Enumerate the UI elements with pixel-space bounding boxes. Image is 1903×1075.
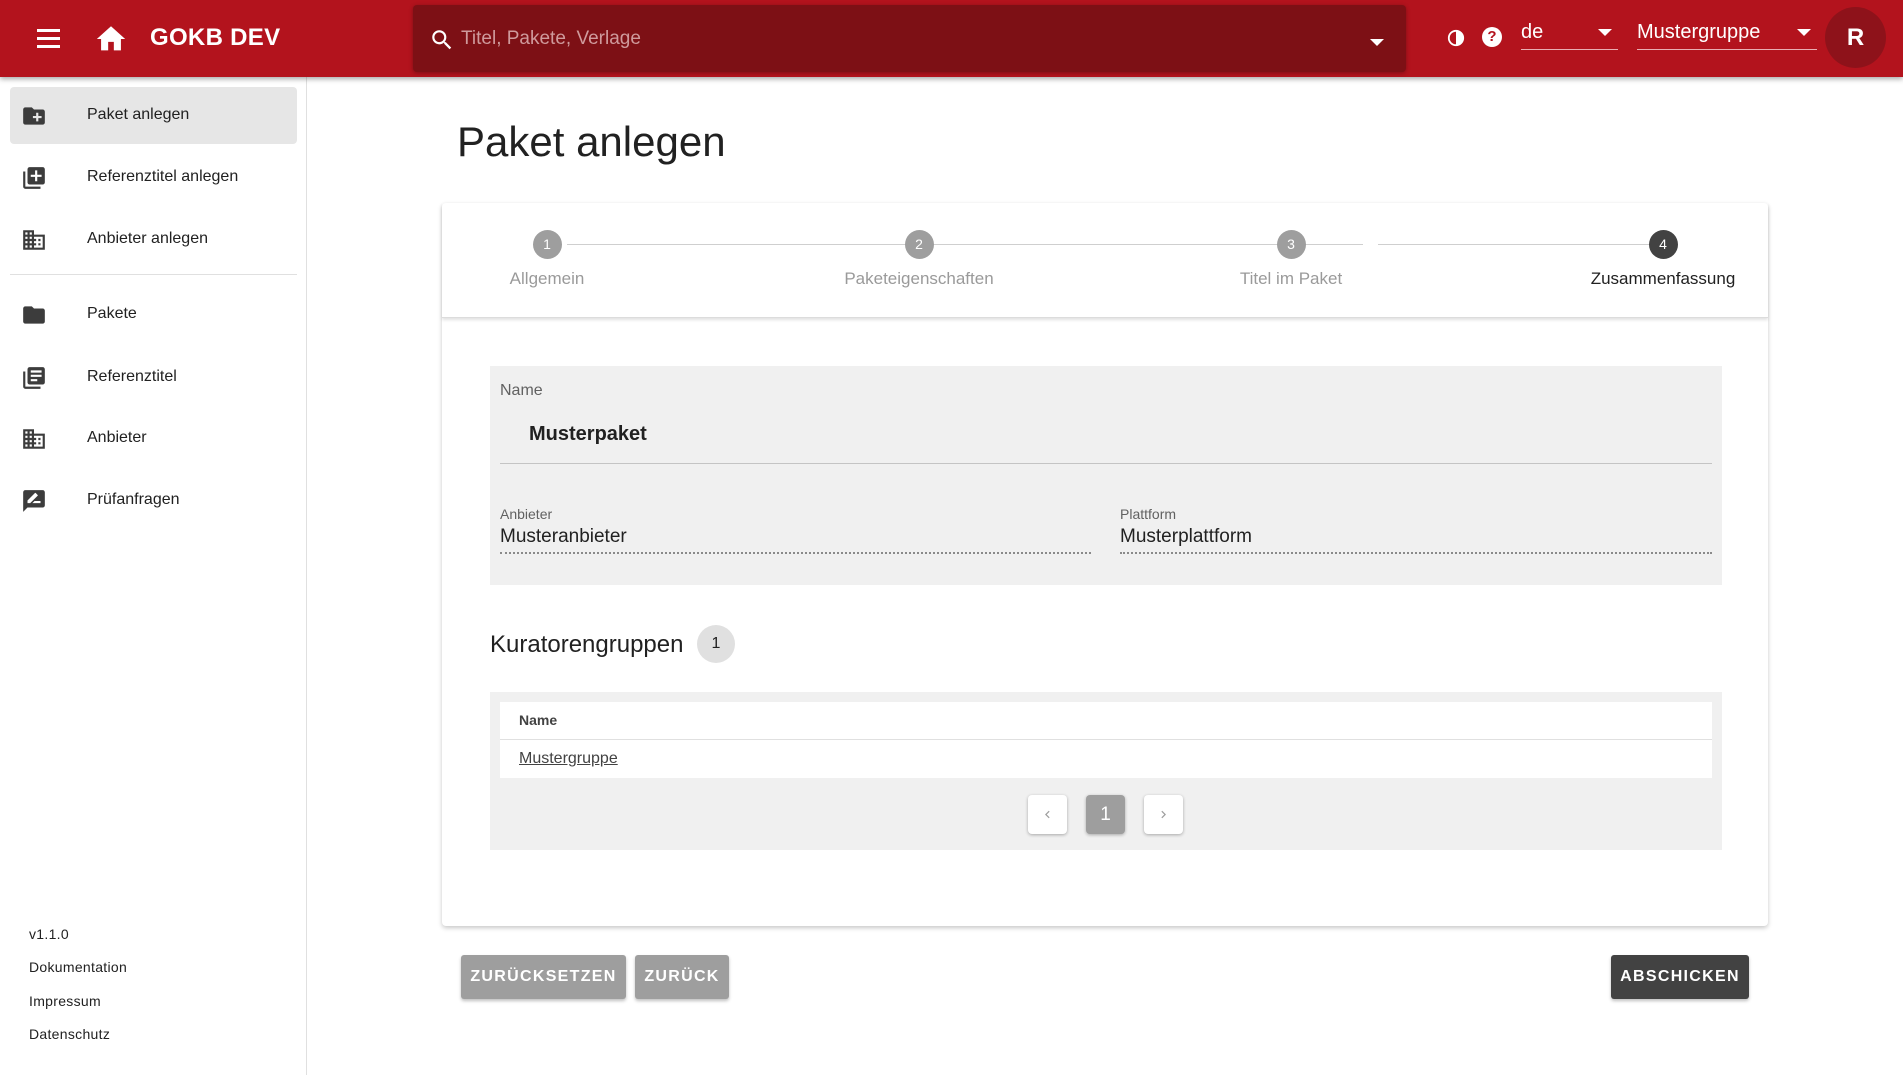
menu-icon[interactable]: [30, 24, 66, 54]
group-select[interactable]: Mustergruppe: [1637, 18, 1817, 50]
sidebar-divider: [10, 274, 297, 275]
table-divider: [500, 739, 1712, 740]
reset-button[interactable]: ZURÜCKSETZEN: [461, 955, 626, 999]
review-icon: [23, 490, 45, 512]
chevron-down-icon: [1598, 29, 1612, 36]
group-value: Mustergruppe: [1637, 21, 1761, 43]
title-list-icon: [23, 367, 45, 389]
chevron-down-icon: [1797, 29, 1811, 36]
sidebar-item-label: Referenztitel anlegen: [87, 168, 239, 185]
avatar[interactable]: R: [1825, 7, 1886, 68]
documentation-link[interactable]: Dokumentation: [29, 959, 127, 975]
sidebar-item-create-package[interactable]: Paket anlegen: [10, 87, 297, 144]
page-title: Paket anlegen: [457, 118, 726, 165]
name-value: Musterpaket: [529, 423, 647, 445]
step-number: 3: [1276, 230, 1306, 259]
app-title[interactable]: GOKB DEV: [150, 24, 280, 52]
divider: [500, 463, 1712, 464]
submit-button[interactable]: ABSCHICKEN: [1611, 955, 1749, 999]
building-icon: [23, 429, 45, 449]
curators-count-badge: 1: [697, 625, 735, 663]
step-number: 4: [1648, 230, 1678, 259]
sidebar-item-label: Referenztitel: [87, 368, 177, 385]
wizard-card: 1 Allgemein 2 Paketeigenschaften 3 Titel…: [442, 203, 1768, 926]
help-icon[interactable]: ?: [1482, 27, 1502, 47]
sidebar-item-packages[interactable]: Pakete: [10, 286, 297, 343]
sidebar-item-titles[interactable]: Referenztitel: [10, 349, 297, 406]
name-label: Name: [500, 382, 543, 399]
provider-field: Anbieter Musteranbieter: [500, 506, 1091, 554]
step-label: Zusammenfassung: [1590, 269, 1736, 288]
provider-label: Anbieter: [500, 506, 553, 522]
building-icon: [23, 230, 45, 250]
version-label: v1.1.0: [29, 926, 69, 942]
chevron-right-icon: [1161, 810, 1166, 819]
step-label: Paketeigenschaften: [844, 269, 994, 288]
add-title-icon: [23, 167, 45, 189]
platform-label: Plattform: [1120, 506, 1177, 522]
search-icon: [432, 30, 452, 50]
column-header-name[interactable]: Name: [519, 712, 557, 728]
language-select[interactable]: de: [1521, 18, 1618, 50]
provider-value: Musteranbieter: [500, 526, 627, 547]
folder-icon: [23, 306, 45, 324]
sidebar-item-providers[interactable]: Anbieter: [10, 410, 297, 467]
platform-field: Plattform Musterplattform: [1120, 506, 1712, 554]
prev-page-button[interactable]: [1028, 795, 1067, 834]
sidebar: Paket anlegen Referenztitel anlegen Anbi…: [0, 77, 307, 1075]
curators-table-panel: Name Mustergruppe 1: [490, 692, 1722, 850]
top-app-bar: GOKB DEV ? de Mustergruppe R: [0, 0, 1903, 77]
sidebar-item-label: Pakete: [87, 305, 137, 322]
privacy-link[interactable]: Datenschutz: [29, 1026, 110, 1042]
table-row-link[interactable]: Mustergruppe: [519, 750, 618, 768]
back-button[interactable]: ZURÜCK: [635, 955, 729, 999]
sidebar-item-label: Anbieter anlegen: [87, 230, 208, 247]
curators-heading: Kuratorengruppen: [490, 631, 684, 658]
sidebar-item-label: Paket anlegen: [87, 106, 190, 123]
step-label: Titel im Paket: [1239, 269, 1343, 288]
step-number: 2: [904, 230, 934, 259]
platform-value: Musterplattform: [1120, 526, 1252, 547]
language-value: de: [1521, 21, 1544, 43]
chevron-left-icon: [1045, 810, 1050, 819]
create-package-icon: [23, 107, 45, 125]
curators-table: Name Mustergruppe: [500, 702, 1712, 778]
step-summary[interactable]: 4 Zusammenfassung: [1563, 230, 1763, 289]
sidebar-item-reviews[interactable]: Prüfanfragen: [10, 472, 297, 529]
step-properties[interactable]: 2 Paketeigenschaften: [819, 230, 1019, 289]
summary-panel: Name Musterpaket Anbieter Musteranbieter…: [490, 366, 1722, 585]
step-general[interactable]: 1 Allgemein: [447, 230, 647, 289]
global-search[interactable]: [413, 5, 1406, 72]
page-button-current[interactable]: 1: [1086, 795, 1125, 834]
home-icon[interactable]: [94, 22, 128, 56]
stepper: 1 Allgemein 2 Paketeigenschaften 3 Titel…: [442, 203, 1768, 318]
next-page-button[interactable]: [1144, 795, 1183, 834]
imprint-link[interactable]: Impressum: [29, 993, 101, 1009]
sidebar-item-create-title[interactable]: Referenztitel anlegen: [10, 149, 297, 206]
contrast-icon[interactable]: [1447, 29, 1465, 47]
step-number: 1: [532, 230, 562, 259]
sidebar-item-create-provider[interactable]: Anbieter anlegen: [10, 211, 297, 268]
step-titles[interactable]: 3 Titel im Paket: [1191, 230, 1391, 289]
search-input[interactable]: [461, 22, 1341, 56]
step-label: Allgemein: [509, 269, 585, 288]
sidebar-item-label: Prüfanfragen: [87, 491, 180, 508]
search-dropdown-icon[interactable]: [1370, 39, 1384, 46]
sidebar-item-label: Anbieter: [87, 429, 147, 446]
